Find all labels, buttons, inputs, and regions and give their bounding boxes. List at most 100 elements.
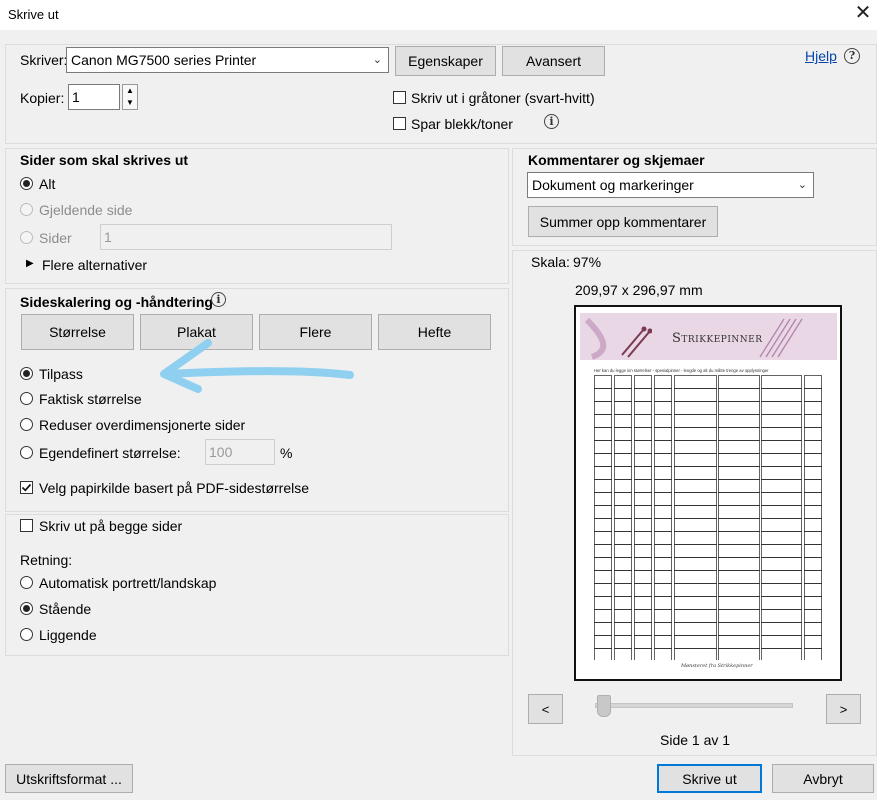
preview-table-cell — [804, 492, 822, 506]
preview-table-cell — [804, 583, 822, 597]
preview-table-cell — [634, 570, 652, 584]
copies-input[interactable]: 1 — [68, 84, 120, 110]
preview-table-cell — [761, 544, 802, 558]
advanced-button[interactable]: Avansert — [502, 46, 605, 76]
preview-table-cell — [594, 570, 612, 584]
pages-all-radio[interactable] — [20, 177, 33, 190]
preview-table-cell — [674, 596, 717, 610]
custom-scale-radio[interactable] — [20, 446, 33, 459]
preview-table-cell — [804, 635, 822, 649]
preview-table-cell — [804, 596, 822, 610]
preview-table-cell — [761, 622, 802, 636]
preview-table-cell — [674, 440, 717, 454]
preview-table-cell — [718, 622, 760, 636]
printer-select[interactable]: Canon MG7500 series Printer ⌄ — [66, 47, 389, 73]
cancel-button[interactable]: Avbryt — [772, 764, 874, 793]
preview-table-cell — [804, 518, 822, 532]
preview-table-cell — [761, 596, 802, 610]
preview-table-cell — [594, 518, 612, 532]
preview-table-cell — [674, 388, 717, 402]
preview-table-cell — [594, 622, 612, 636]
preview-table-cell — [634, 544, 652, 558]
copies-stepper[interactable]: ▲ ▼ — [122, 84, 138, 110]
tab-booklet[interactable]: Hefte — [378, 314, 491, 350]
preview-table-cell — [761, 375, 802, 389]
preview-page: Strikkepinner Her kan du legge inn størr… — [574, 305, 842, 681]
orientation-portrait-radio[interactable] — [20, 602, 33, 615]
preview-table-cell — [594, 479, 612, 493]
sizing-info-icon[interactable]: i — [211, 292, 226, 307]
preview-table-cell — [718, 401, 760, 415]
custom-scale-input[interactable]: 100 — [205, 439, 275, 465]
help-link[interactable]: Hjelp — [805, 48, 837, 64]
preview-table-cell — [594, 583, 612, 597]
preview-table-cell — [654, 648, 672, 662]
preview-table-cell — [594, 557, 612, 571]
preview-table-cell — [614, 531, 632, 545]
grayscale-label: Skriv ut i gråtoner (svart-hvitt) — [411, 90, 595, 106]
print-button[interactable]: Skrive ut — [657, 764, 762, 793]
preview-table-cell — [674, 583, 717, 597]
preview-table-cell — [761, 440, 802, 454]
preview-table-cell — [634, 635, 652, 649]
preview-table-cell — [804, 401, 822, 415]
orientation-auto-radio[interactable] — [20, 576, 33, 589]
preview-table-cell — [761, 518, 802, 532]
preview-table-cell — [718, 596, 760, 610]
pages-current-radio[interactable] — [20, 203, 33, 216]
preview-table-cell — [761, 414, 802, 428]
orientation-auto-label: Automatisk portrett/landskap — [39, 575, 217, 591]
fit-radio[interactable] — [20, 367, 33, 380]
preview-table-cell — [614, 622, 632, 636]
summarize-comments-button[interactable]: Summer opp kommentarer — [528, 206, 718, 237]
more-options-toggle[interactable]: Flere alternativer — [42, 257, 147, 273]
preview-table-cell — [674, 648, 717, 662]
page-setup-button[interactable]: Utskriftsformat ... — [5, 764, 133, 793]
duplex-label: Skriv ut på begge sider — [39, 518, 183, 534]
preview-table-cell — [634, 583, 652, 597]
preview-table-cell — [614, 427, 632, 441]
preview-table-cell — [594, 635, 612, 649]
pages-range-input[interactable]: 1 — [100, 224, 392, 250]
help-icon[interactable]: ? — [844, 48, 860, 64]
properties-button[interactable]: Egenskaper — [395, 46, 496, 76]
preview-table-cell — [614, 570, 632, 584]
orientation-landscape-radio[interactable] — [20, 628, 33, 641]
preview-table-cell — [634, 531, 652, 545]
preview-table-cell — [634, 609, 652, 623]
pages-all-label: Alt — [39, 176, 56, 192]
paper-source-checkbox[interactable] — [20, 481, 33, 494]
stepper-down-icon[interactable]: ▼ — [123, 97, 137, 109]
actual-size-radio[interactable] — [20, 392, 33, 405]
preview-table-cell — [614, 492, 632, 506]
preview-table-cell — [654, 427, 672, 441]
page-slider-track[interactable] — [595, 703, 793, 708]
prev-page-button[interactable]: < — [528, 694, 563, 724]
preview-table-cell — [614, 479, 632, 493]
grayscale-checkbox[interactable] — [393, 91, 406, 104]
orientation-portrait-label: Stående — [39, 601, 92, 617]
orientation-label: Retning: — [20, 552, 73, 568]
preview-table-cell — [654, 518, 672, 532]
save-ink-checkbox[interactable] — [393, 117, 406, 130]
preview-table-cell — [634, 453, 652, 467]
preview-table-cell — [804, 570, 822, 584]
preview-table-cell — [654, 466, 672, 480]
tab-size[interactable]: Størrelse — [21, 314, 134, 350]
preview-table-cell — [804, 414, 822, 428]
preview-table-cell — [614, 648, 632, 662]
comments-select[interactable]: Dokument og markeringer ⌄ — [527, 172, 814, 198]
preview-decoration-icon — [584, 317, 652, 360]
stepper-up-icon[interactable]: ▲ — [123, 85, 137, 97]
preview-table-cell — [654, 609, 672, 623]
shrink-oversized-radio[interactable] — [20, 418, 33, 431]
pages-range-radio[interactable] — [20, 231, 33, 244]
scale-value: 97% — [573, 254, 602, 270]
preview-table-cell — [804, 479, 822, 493]
next-page-button[interactable]: > — [826, 694, 861, 724]
expand-arrow-icon[interactable]: ▶ — [26, 258, 34, 269]
duplex-checkbox[interactable] — [20, 519, 33, 532]
page-slider-thumb[interactable] — [597, 695, 611, 717]
close-icon[interactable]: ✕ — [852, 2, 874, 24]
info-icon[interactable]: i — [544, 114, 559, 129]
